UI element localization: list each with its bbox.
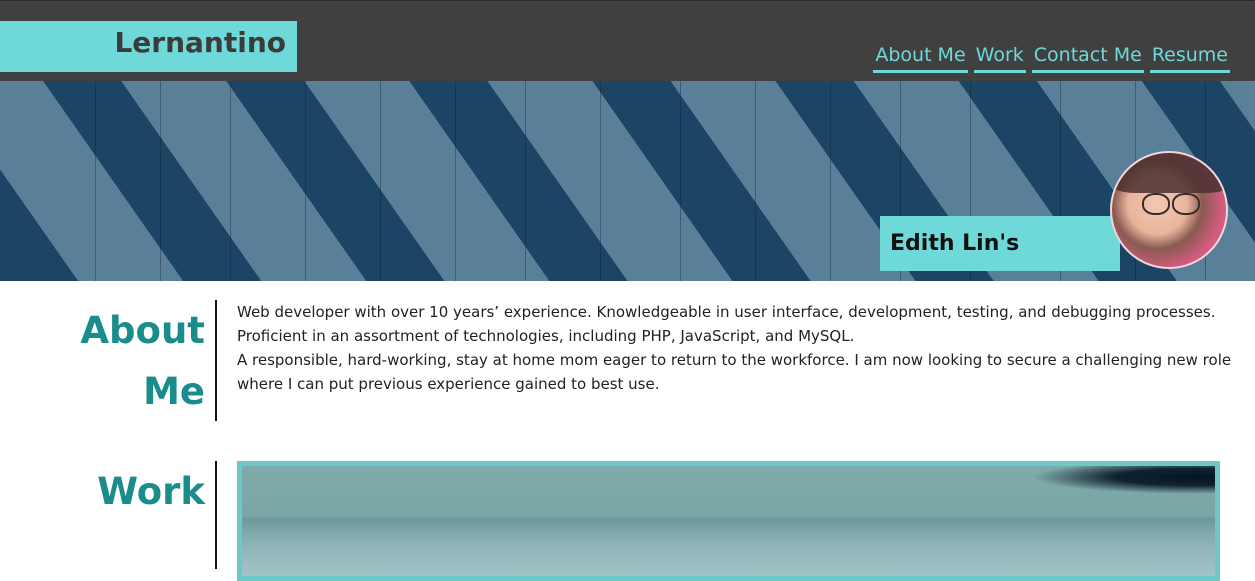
site-logo[interactable]: Lernantino (0, 21, 297, 72)
site-header: Lernantino About Me Work Contact Me Resu… (0, 0, 1255, 81)
about-paragraph-1: Web developer with over 10 years’ experi… (237, 303, 1216, 345)
about-text: Web developer with over 10 years’ experi… (237, 300, 1247, 396)
hero-banner: Edith Lin's Portfolio (0, 81, 1255, 281)
main-nav: About Me Work Contact Me Resume (873, 42, 1230, 73)
about-heading: About Me (80, 309, 205, 413)
profile-avatar (1110, 151, 1228, 269)
work-divider (215, 461, 217, 569)
work-project-image[interactable] (242, 466, 1215, 576)
nav-work[interactable]: Work (973, 42, 1026, 73)
nav-about-me[interactable]: About Me (873, 42, 968, 73)
nav-contact-me[interactable]: Contact Me (1031, 42, 1144, 73)
work-featured-project[interactable] (237, 461, 1220, 581)
about-divider (215, 300, 217, 421)
work-heading: Work (97, 470, 205, 513)
hero-title: Edith Lin's Portfolio (880, 216, 1120, 271)
nav-resume[interactable]: Resume (1149, 42, 1230, 73)
about-paragraph-2: A responsible, hard-working, stay at hom… (237, 351, 1232, 393)
